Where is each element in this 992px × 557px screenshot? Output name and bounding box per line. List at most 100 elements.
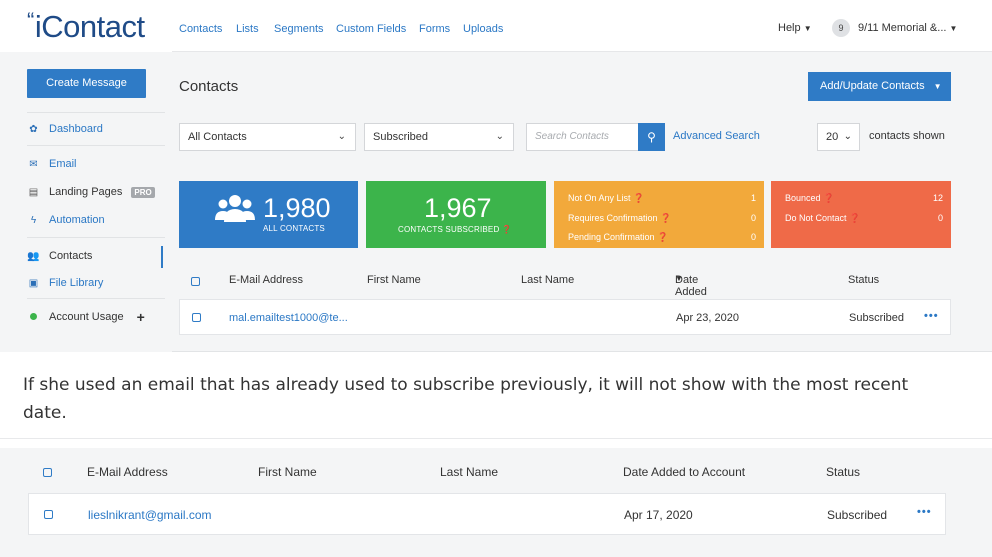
more-actions-icon[interactable]: ••• xyxy=(924,310,939,322)
column-last-name[interactable]: Last Name xyxy=(440,465,498,479)
chevron-down-icon: ⌄ xyxy=(495,131,504,142)
select-value: Subscribed xyxy=(373,131,429,143)
active-indicator xyxy=(161,246,163,268)
subscribed-label: CONTACTS SUBSCRIBED ❓ xyxy=(398,225,513,234)
column-first-name[interactable]: First Name xyxy=(258,465,317,479)
chevron-down-icon: ⌄ xyxy=(337,131,346,142)
select-value: 20 xyxy=(826,131,839,143)
row-checkbox[interactable] xyxy=(192,313,201,322)
sidebar-item-label: Account Usage xyxy=(49,311,124,323)
plus-icon[interactable]: + xyxy=(137,309,145,325)
subscribed-tile[interactable]: 1,967 CONTACTS SUBSCRIBED ❓ xyxy=(366,181,546,248)
sidebar-item-automation[interactable]: ϟ Automation xyxy=(27,214,105,226)
column-date-added[interactable]: Date Added to Account xyxy=(623,465,745,479)
requires-confirmation-row[interactable]: Requires Confirmation ❓ 0 xyxy=(568,213,756,224)
row-date-added: Apr 23, 2020 xyxy=(676,312,739,324)
add-update-contacts-button[interactable]: Add/Update Contacts ▼ xyxy=(808,72,951,101)
contacts-main: Contacts Add/Update Contacts ▼ All Conta… xyxy=(172,52,992,352)
sidebar-item-label: Email xyxy=(49,158,77,170)
search-input[interactable]: Search Contacts xyxy=(526,123,639,151)
row-checkbox[interactable] xyxy=(44,510,53,519)
sidebar-item-label: Landing Pages xyxy=(49,186,123,198)
sidebar-item-label: Contacts xyxy=(49,250,93,262)
pending-confirmation-row[interactable]: Pending Confirmation ❓ 0 xyxy=(568,232,756,243)
divider xyxy=(27,145,165,146)
divider xyxy=(27,298,165,299)
row-email[interactable]: lieslnikrant@gmail.com xyxy=(88,508,212,522)
pro-badge: PRO xyxy=(131,186,155,198)
advanced-search-link[interactable]: Advanced Search xyxy=(673,130,760,142)
sidebar-item-label: Dashboard xyxy=(49,123,103,135)
tab-lists[interactable]: Lists xyxy=(236,23,259,35)
row-email[interactable]: mal.emailtest1000@te... xyxy=(229,312,348,324)
select-all-checkbox[interactable] xyxy=(191,277,200,286)
all-contacts-count: 1,980 xyxy=(263,193,331,223)
subscribed-count: 1,967 xyxy=(424,193,492,223)
do-not-contact-row[interactable]: Do Not Contact ❓ 0 xyxy=(785,213,943,224)
column-last-name[interactable]: Last Name xyxy=(521,274,574,286)
sidebar-item-dashboard[interactable]: ✿ Dashboard xyxy=(27,123,103,135)
row-date-added: Apr 17, 2020 xyxy=(624,508,693,522)
divider xyxy=(27,112,165,113)
status-filter-select[interactable]: Subscribed ⌄ xyxy=(364,123,514,151)
page-title: Contacts xyxy=(179,78,239,95)
users-icon: 👥 xyxy=(27,250,40,262)
more-actions-icon[interactable]: ••• xyxy=(917,506,932,518)
all-contacts-label: ALL CONTACTS xyxy=(263,224,325,233)
sidebar-item-file-library[interactable]: ▣ File Library xyxy=(27,277,104,289)
logo-area: “iContact xyxy=(0,0,172,52)
info-icon: ❓ xyxy=(501,225,513,234)
icontact-logo[interactable]: “iContact xyxy=(27,8,145,45)
row-status: Subscribed xyxy=(827,508,888,522)
tab-custom-fields[interactable]: Custom Fields xyxy=(336,23,406,35)
table-row[interactable]: mal.emailtest1000@te... Apr 23, 2020 Sub… xyxy=(179,299,951,335)
column-status[interactable]: Status xyxy=(848,274,879,286)
sidebar-item-label: Automation xyxy=(49,214,105,226)
image-icon: ▣ xyxy=(28,277,39,289)
tab-uploads[interactable]: Uploads xyxy=(463,23,503,35)
all-contacts-tile[interactable]: 1,980 ALL CONTACTS xyxy=(179,181,358,248)
sidebar-item-label: File Library xyxy=(49,277,104,289)
sidebar-item-contacts[interactable]: 👥 Contacts xyxy=(27,250,92,262)
divider xyxy=(0,438,992,439)
tab-forms[interactable]: Forms xyxy=(419,23,450,35)
contacts-filter-select[interactable]: All Contacts ⌄ xyxy=(179,123,356,151)
per-page-select[interactable]: 20 ⌄ xyxy=(817,123,860,151)
info-icon: ❓ xyxy=(849,213,861,223)
divider xyxy=(27,237,165,238)
list-status-tile[interactable]: Not On Any List ❓ 1 Requires Confirmation… xyxy=(554,181,764,248)
users-icon xyxy=(215,195,255,222)
column-email[interactable]: E-Mail Address xyxy=(87,465,168,479)
not-on-list-row[interactable]: Not On Any List ❓ 1 xyxy=(568,193,756,204)
envelope-icon: ✉ xyxy=(29,158,38,170)
search-button[interactable]: ⚲ xyxy=(638,123,665,151)
caret-down-icon: ▼ xyxy=(949,24,958,33)
column-email[interactable]: E-Mail Address xyxy=(229,274,303,286)
info-icon: ❓ xyxy=(633,193,645,203)
sort-desc-icon: ▼ xyxy=(675,274,683,283)
table-row[interactable]: lieslnikrant@gmail.com Apr 17, 2020 Subs… xyxy=(28,493,946,535)
info-icon: ❓ xyxy=(823,193,835,203)
landing-page-icon: ▤ xyxy=(28,186,39,198)
column-first-name[interactable]: First Name xyxy=(367,274,421,286)
sidebar-item-account-usage[interactable]: Account Usage + xyxy=(27,309,145,325)
caret-down-icon: ▼ xyxy=(933,82,942,91)
help-label: Help xyxy=(778,22,801,34)
status-dot-icon xyxy=(27,312,40,323)
account-menu[interactable]: 9/11 Memorial &... ▼ xyxy=(858,22,957,34)
create-message-button[interactable]: Create Message xyxy=(27,69,146,98)
bounce-status-tile[interactable]: Bounced ❓ 12 Do Not Contact ❓ 0 xyxy=(771,181,951,248)
top-navigation: Contacts Lists Segments Custom Fields Fo… xyxy=(172,0,992,52)
sidebar: Create Message ✿ Dashboard ✉ Email ▤ Lan… xyxy=(0,52,172,352)
contacts-shown-label: contacts shown xyxy=(869,130,945,142)
column-status[interactable]: Status xyxy=(826,465,860,479)
sidebar-item-landing-pages[interactable]: ▤ Landing Pages PRO xyxy=(27,186,155,198)
select-all-checkbox[interactable] xyxy=(43,468,52,477)
account-badge: 9 xyxy=(832,19,850,37)
tab-segments[interactable]: Segments xyxy=(274,23,324,35)
table-header: E-Mail Address First Name Last Name Date… xyxy=(172,274,951,322)
sidebar-item-email[interactable]: ✉ Email xyxy=(27,158,77,170)
help-menu[interactable]: Help ▼ xyxy=(778,22,812,34)
bounced-row[interactable]: Bounced ❓ 12 xyxy=(785,193,943,204)
tab-contacts[interactable]: Contacts xyxy=(179,23,222,35)
